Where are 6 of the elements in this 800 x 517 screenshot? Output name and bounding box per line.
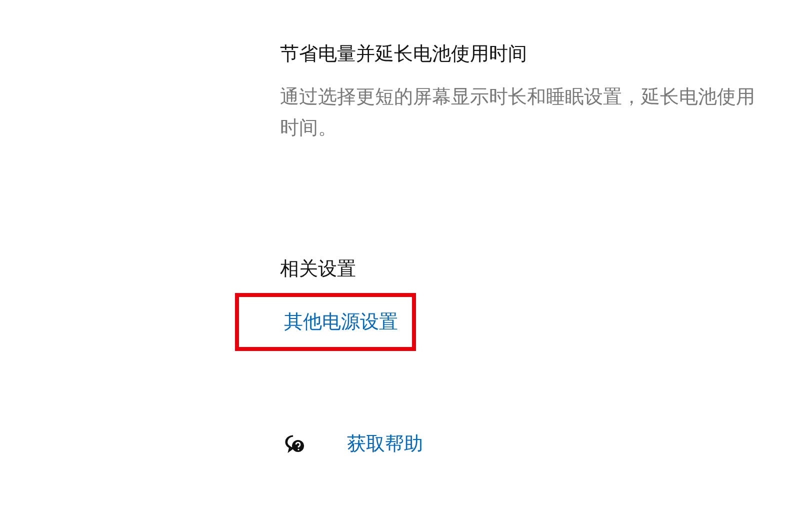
help-link[interactable]: 获取帮助: [347, 431, 423, 457]
section-heading: 相关设置: [280, 257, 357, 282]
section-title: 节省电量并延长电池使用时间: [280, 42, 528, 67]
settings-link[interactable]: 其他电源设置: [284, 309, 398, 335]
section-description: 通过选择更短的屏幕显示时长和睡眠设置，延长电池使用时间。: [280, 85, 756, 141]
help-chat-icon: [285, 435, 305, 453]
